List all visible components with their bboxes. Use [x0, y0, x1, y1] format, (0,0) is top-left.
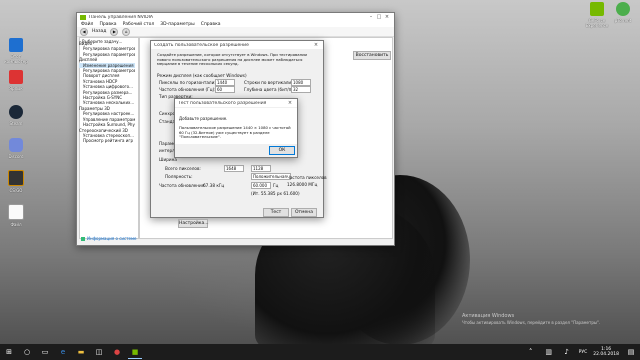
- custom-dialog-titlebar: Создать пользовательское разрешение ×: [151, 41, 323, 49]
- refresh-rate-khz: 67.38 кГц: [203, 183, 225, 188]
- nvcp-toolbar: ◀ Назад ▶ ⌂: [77, 27, 394, 37]
- clock-date: 22.04.2018: [593, 352, 619, 357]
- desktop-icon-computer[interactable]: Этот компьютер: [2, 38, 30, 64]
- search-icon[interactable]: ○: [20, 346, 34, 358]
- test-dialog-heading: Добавьте разрешение.: [179, 116, 228, 121]
- refresh-rate-hz-input[interactable]: 60.000: [251, 182, 271, 189]
- clock[interactable]: 1:16 22.04.2018: [593, 347, 619, 357]
- taskbar: ⊞ ○ ▭ e ▬ ◫ ● ■ ˄ ▥ ♪ РУС 1:16 22.04.201…: [0, 344, 640, 360]
- desktop-icon-shortcut[interactable]: Ярлык: [2, 70, 30, 91]
- refresh-rate-label: Частота обновления:: [159, 183, 206, 188]
- tree-item[interactable]: Регулировка настроек...: [79, 111, 135, 116]
- discord-icon: [9, 138, 23, 152]
- shortcut-icon: [9, 70, 23, 84]
- desktop-icon-geforce[interactable]: GeForce Experience: [583, 2, 611, 28]
- desktop-icon-discord[interactable]: Discord: [2, 138, 30, 159]
- polarity-select[interactable]: Положительная: [251, 173, 291, 180]
- desktop-icon-utorrent[interactable]: µTorrent: [609, 2, 637, 23]
- pixel-freq-label: Частота пикселов: [287, 175, 327, 180]
- test-resolution-dialog: Тест пользовательского разрешения × Доба…: [174, 98, 298, 158]
- hpixels-input[interactable]: 1440: [215, 79, 235, 86]
- total-pixels-input[interactable]: 1648: [224, 165, 244, 172]
- total-lines-input[interactable]: 1128: [251, 165, 271, 172]
- info-icon: [81, 236, 85, 241]
- back-arrow-icon[interactable]: ◀: [80, 27, 88, 36]
- desktop-icon-file[interactable]: Файл: [2, 204, 30, 227]
- chrome-icon[interactable]: ●: [110, 346, 124, 358]
- depth-select[interactable]: 32: [291, 86, 311, 93]
- test-dialog-message: Пользовательское разрешение 1440 × 1080 …: [179, 125, 291, 140]
- cancel-button[interactable]: Отмена: [291, 208, 317, 217]
- menu-edit[interactable]: Правка: [99, 22, 116, 27]
- display-mode-label: Режим дисплея (как сообщает Windows): [157, 73, 247, 78]
- refresh-label: Частота обновления (Гц):: [159, 87, 216, 92]
- ok-button[interactable]: ОК: [269, 146, 295, 155]
- menu-file[interactable]: Файл: [81, 22, 93, 27]
- hpixels-label: Пикселы по горизонтали:: [159, 80, 216, 85]
- system-info-label: Информация о системе: [87, 236, 137, 241]
- nvcp-titlebar: Панель управления NVIDIA – □ ×: [77, 13, 394, 21]
- windows-start-icon[interactable]: ⊞: [2, 346, 16, 358]
- tray-up-arrow-icon[interactable]: ˄: [524, 346, 538, 358]
- restore-button[interactable]: Восстановить: [353, 51, 391, 60]
- minimize-icon[interactable]: –: [367, 14, 375, 20]
- computer-icon: [9, 38, 23, 52]
- refresh-input[interactable]: 60: [215, 86, 235, 93]
- desktop-icon-csgo[interactable]: CS:GO: [2, 170, 30, 193]
- total-px-note: (Ит. 55.385 px 61.600): [251, 191, 300, 196]
- activation-watermark: Активация Windows Чтобы активировать Win…: [462, 313, 600, 325]
- vlines-input[interactable]: 1080: [291, 79, 311, 86]
- volume-icon[interactable]: ♪: [560, 346, 574, 358]
- language-indicator[interactable]: РУС: [579, 350, 588, 355]
- hz-unit: Гц: [273, 183, 279, 188]
- desktop-icon-steam[interactable]: Steam: [2, 105, 30, 126]
- activation-title: Активация Windows: [462, 313, 515, 319]
- pixel-freq-value: 126.8000 МГц: [287, 182, 318, 187]
- tree-item[interactable]: Установка цифрового...: [79, 84, 135, 89]
- vlines-label: Строки по вертикали:: [244, 80, 293, 85]
- system-info-link[interactable]: Информация о системе: [81, 236, 136, 241]
- test-dialog-titlebar: Тест пользовательского разрешения ×: [175, 99, 297, 107]
- test-dialog-title: Тест пользовательского разрешения: [178, 100, 267, 106]
- polarity-label: Полярность:: [165, 174, 193, 179]
- close-icon[interactable]: ×: [383, 14, 391, 20]
- geforce-icon: [590, 2, 604, 16]
- store-icon[interactable]: ◫: [92, 346, 106, 358]
- menu-desktop[interactable]: Рабочий стол: [123, 22, 155, 27]
- sync-label: Синхро: [159, 111, 176, 116]
- network-icon[interactable]: ▥: [542, 346, 556, 358]
- custom-dialog-intro: Создайте разрешение, которое отсутствует…: [157, 52, 308, 67]
- tree-item[interactable]: Настройка Surround, PhysX: [79, 122, 135, 127]
- test-button[interactable]: Тест: [263, 208, 289, 217]
- activation-subtitle: Чтобы активировать Windows, перейдите в …: [462, 320, 601, 325]
- utorrent-icon: [616, 2, 630, 16]
- edge-icon[interactable]: e: [56, 346, 70, 358]
- forward-arrow-icon[interactable]: ▶: [110, 27, 119, 36]
- task-tree: Видео Регулировка параметров... Регулиро…: [79, 41, 135, 144]
- close-icon[interactable]: ×: [286, 100, 294, 106]
- close-icon[interactable]: ×: [312, 42, 320, 48]
- menu-help[interactable]: Справка: [201, 22, 221, 27]
- maximize-icon[interactable]: □: [375, 14, 383, 20]
- nvidia-taskbar-icon[interactable]: ■: [128, 346, 142, 359]
- file-icon: [8, 204, 24, 220]
- custom-dialog-title: Создать пользовательское разрешение: [154, 42, 249, 48]
- total-pixels-label: Всего пикселов:: [165, 166, 201, 171]
- nvcp-title: Панель управления NVIDIA: [89, 14, 153, 20]
- customize-button[interactable]: Настройка...: [178, 219, 209, 228]
- task-view-icon[interactable]: ▭: [38, 346, 52, 358]
- tree-item[interactable]: Просмотр рейтинга игр: [79, 138, 135, 143]
- home-icon[interactable]: ⌂: [122, 27, 131, 36]
- nvidia-logo-icon: [80, 14, 86, 20]
- menu-3d[interactable]: 3D-параметры: [160, 22, 194, 27]
- steam-icon: [9, 105, 23, 119]
- notifications-icon[interactable]: ▤: [624, 346, 638, 358]
- back-label[interactable]: Назад: [92, 29, 106, 34]
- csgo-icon: [8, 170, 24, 186]
- explorer-icon[interactable]: ▬: [74, 346, 88, 358]
